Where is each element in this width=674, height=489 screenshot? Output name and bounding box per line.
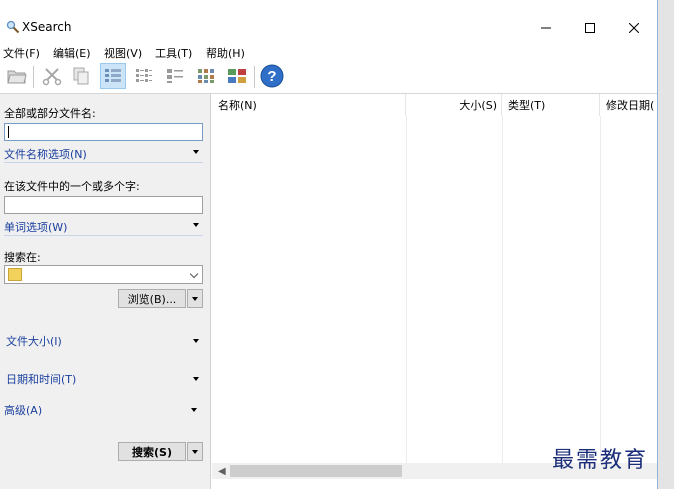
dropdown-arrow-icon	[192, 297, 198, 301]
column-header-type[interactable]: 类型(T)	[502, 94, 600, 116]
help-icon: ?	[260, 64, 284, 88]
watermark-text: 最需教育	[552, 448, 649, 473]
advanced-section[interactable]: 高级(A)	[4, 402, 201, 420]
search-in-label: 搜索在:	[4, 251, 41, 264]
magnifier-app-icon	[6, 20, 20, 34]
text-caret	[8, 126, 9, 138]
close-icon	[629, 23, 639, 33]
scrollbar-thumb[interactable]	[230, 465, 402, 477]
dropdown-arrow-icon	[193, 150, 199, 154]
open-folder-icon	[7, 70, 27, 84]
dropdown-arrow-icon	[193, 223, 199, 227]
toolbar-separator	[254, 66, 255, 88]
small-icons-view-button[interactable]	[162, 63, 188, 89]
search-button-label: 搜索(S)	[132, 445, 172, 459]
cut-button[interactable]	[39, 63, 65, 89]
scroll-left-arrow-icon[interactable]: ◀	[218, 466, 226, 477]
column-name-label: 名称(N)	[218, 99, 257, 112]
column-divider	[600, 116, 601, 466]
file-size-section[interactable]: 文件大小(I)	[6, 333, 203, 351]
search-panel: 全部或部分文件名: 文件名称选项(N) 在该文件中的一个或多个字: 单词选项(W…	[0, 94, 211, 489]
expand-arrow-icon	[193, 339, 199, 343]
column-header-name[interactable]: 名称(N)	[212, 94, 406, 116]
chevron-down-icon	[189, 269, 199, 279]
details-view-button[interactable]	[100, 63, 126, 89]
copy-icon	[73, 67, 89, 85]
browse-button[interactable]: 浏览(B)...	[118, 289, 186, 308]
menu-help[interactable]: 帮助(H)	[206, 45, 245, 61]
filename-options-dropdown[interactable]: 文件名称选项(N)	[4, 146, 203, 163]
minimize-button[interactable]	[524, 14, 568, 42]
menu-bar: 文件(F) 编辑(E) 视图(V) 工具(T) 帮助(H)	[0, 43, 657, 61]
maximize-button[interactable]	[568, 14, 612, 42]
search-dropdown-button[interactable]	[187, 442, 203, 461]
menu-view[interactable]: 视图(V)	[104, 45, 142, 61]
thumbnails-view-button[interactable]	[224, 63, 250, 89]
details-view-icon	[105, 69, 121, 82]
menu-file[interactable]: 文件(F)	[3, 45, 40, 61]
column-divider	[502, 116, 503, 466]
title-bar: XSearch	[0, 0, 657, 42]
column-size-label: 大小(S)	[459, 99, 497, 112]
list-view-button[interactable]	[131, 63, 157, 89]
copy-button[interactable]	[68, 63, 94, 89]
dropdown-arrow-icon	[192, 450, 198, 454]
contains-label: 在该文件中的一个或多个字:	[4, 180, 140, 193]
svg-text:?: ?	[267, 68, 276, 85]
expand-arrow-icon	[191, 408, 197, 412]
date-time-section[interactable]: 日期和时间(T)	[6, 371, 203, 389]
menu-edit[interactable]: 编辑(E)	[53, 45, 91, 61]
column-modified-label: 修改日期(	[606, 99, 655, 112]
word-options-label: 单词选项(W)	[4, 221, 68, 234]
expand-arrow-icon	[193, 377, 199, 381]
contains-input[interactable]	[4, 196, 203, 214]
window-title: XSearch	[22, 20, 72, 34]
close-button[interactable]	[612, 14, 656, 42]
open-folder-button[interactable]	[4, 63, 30, 89]
date-time-label: 日期和时间(T)	[6, 373, 77, 386]
xsearch-window: XSearch 文件(F) 编辑(E) 视图(V) 工具(T) 帮助(H) ? …	[0, 0, 658, 489]
column-divider	[406, 116, 407, 466]
maximize-icon	[585, 23, 595, 33]
column-header-modified[interactable]: 修改日期(	[600, 94, 657, 116]
file-size-label: 文件大小(I)	[6, 335, 62, 348]
filename-options-label: 文件名称选项(N)	[4, 148, 87, 161]
filename-label: 全部或部分文件名:	[4, 107, 96, 120]
results-list[interactable]: 名称(N) 大小(S) 类型(T) 修改日期( ◀	[212, 94, 657, 489]
large-icons-view-icon	[198, 69, 214, 83]
folder-icon	[8, 268, 22, 281]
large-icons-view-button[interactable]	[193, 63, 219, 89]
help-button[interactable]: ?	[259, 63, 285, 89]
toolbar-separator	[33, 66, 34, 88]
column-type-label: 类型(T)	[508, 99, 546, 112]
advanced-label: 高级(A)	[4, 404, 43, 417]
word-options-dropdown[interactable]: 单词选项(W)	[4, 219, 203, 236]
toolbar: ?	[0, 61, 657, 94]
list-view-icon	[136, 69, 152, 82]
small-icons-view-icon	[167, 69, 183, 83]
column-header-size[interactable]: 大小(S)	[406, 94, 502, 116]
search-button[interactable]: 搜索(S)	[118, 442, 186, 461]
menu-tools[interactable]: 工具(T)	[155, 45, 192, 61]
search-in-combobox[interactable]	[4, 265, 203, 284]
browse-button-label: 浏览(B)...	[127, 292, 177, 306]
browse-dropdown-button[interactable]	[187, 289, 203, 308]
thumbnails-view-icon	[228, 69, 246, 83]
filename-input[interactable]	[4, 123, 203, 141]
cut-icon	[42, 68, 62, 86]
minimize-icon	[541, 27, 551, 29]
